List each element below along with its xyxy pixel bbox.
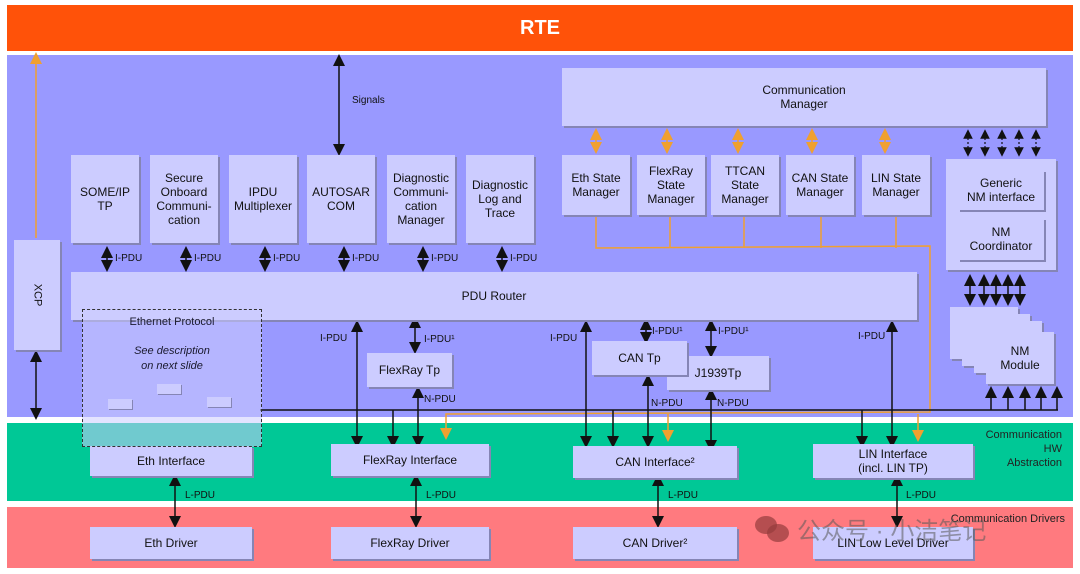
wechat-icon	[755, 515, 789, 542]
ipdu1-label: I-PDU¹	[424, 334, 455, 345]
ipdu1-label: I-PDU¹	[652, 326, 683, 337]
ipdu-label: I-PDU	[320, 333, 348, 344]
signals-label: Signals	[352, 95, 385, 106]
watermark-text: 公众号 · 小洁笔记	[797, 518, 987, 545]
lpdu-label: L-PDU	[426, 490, 457, 501]
communication-manager[interactable]: Communication Manager	[562, 68, 1046, 126]
npdu-label: N-PDU	[651, 398, 683, 409]
ethernet-protocol-title: Ethernet Protocol	[129, 316, 215, 328]
npdu-label: N-PDU	[424, 394, 456, 405]
nm-module[interactable]: NM Module	[986, 332, 1054, 384]
eth-driver[interactable]: Eth Driver	[90, 527, 252, 559]
ipdu-label: I-PDU	[273, 253, 301, 264]
lin-state-manager[interactable]: LIN State Manager	[862, 155, 930, 215]
lpdu-label: L-PDU	[668, 490, 699, 501]
ipdu-label: I-PDU	[858, 331, 886, 342]
ipdu-label: I-PDU	[431, 253, 459, 264]
watermark: 公众号 · 小洁笔记	[755, 511, 986, 546]
secoc-module[interactable]: Secure Onboard Communi- cation	[150, 155, 218, 243]
ipdu-label: I-PDU	[115, 253, 143, 264]
ethernet-submodule	[108, 399, 132, 409]
xcp-module[interactable]: XCP	[14, 240, 60, 350]
ethernet-submodule	[207, 397, 231, 407]
ipdu-label: I-PDU	[194, 253, 222, 264]
someip-tp-module[interactable]: SOME/IP TP	[71, 155, 139, 243]
flexray-driver[interactable]: FlexRay Driver	[331, 527, 489, 559]
eth-interface[interactable]: Eth Interface	[90, 446, 252, 476]
ethernet-protocol-description: See description on next slide	[134, 345, 210, 372]
flexray-interface[interactable]: FlexRay Interface	[331, 444, 489, 476]
ipdu-label: I-PDU	[352, 253, 380, 264]
nm-coordinator[interactable]: NM Coordinator	[958, 218, 1044, 260]
ttcan-state-manager[interactable]: TTCAN State Manager	[711, 155, 779, 215]
flexray-tp[interactable]: FlexRay Tp	[367, 353, 452, 387]
can-driver[interactable]: CAN Driver²	[573, 527, 737, 559]
hw-abstraction-label: Communication HW Abstraction	[985, 429, 1062, 469]
ipdu-label: I-PDU	[550, 333, 578, 344]
ipdu1-label: I-PDU¹	[718, 326, 749, 337]
can-state-manager[interactable]: CAN State Manager	[786, 155, 854, 215]
dlt-module[interactable]: Diagnostic Log and Trace	[466, 155, 534, 243]
ethernet-protocol-group[interactable]: Ethernet Protocol See description on nex…	[82, 309, 262, 447]
ethernet-submodule	[157, 384, 181, 394]
ipdu-label: I-PDU	[510, 253, 538, 264]
generic-nm-interface[interactable]: Generic NM interface	[958, 170, 1044, 210]
can-interface[interactable]: CAN Interface²	[573, 446, 737, 478]
can-tp[interactable]: CAN Tp	[592, 341, 687, 375]
ipdu-multiplexer-module[interactable]: IPDU Multiplexer	[229, 155, 297, 243]
npdu-label: N-PDU	[717, 398, 749, 409]
flexray-state-manager[interactable]: FlexRay State Manager	[637, 155, 705, 215]
lpdu-label: L-PDU	[185, 490, 216, 501]
lpdu-label: L-PDU	[906, 490, 937, 501]
lin-interface[interactable]: LIN Interface (incl. LIN TP)	[813, 444, 973, 478]
autosar-com-module[interactable]: AUTOSAR COM	[307, 155, 375, 243]
xcp-label: XCP	[31, 283, 43, 307]
dcm-module[interactable]: Diagnostic Communi- cation Manager	[387, 155, 455, 243]
eth-state-manager[interactable]: Eth State Manager	[562, 155, 630, 215]
